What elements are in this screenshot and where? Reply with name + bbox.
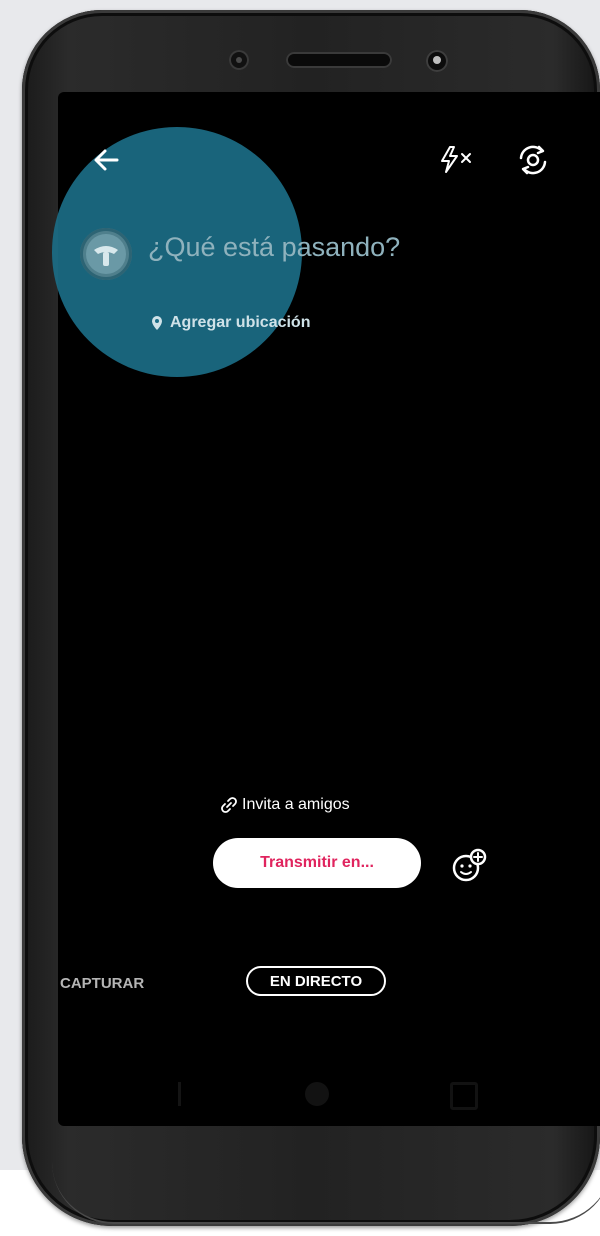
mode-live-label: EN DIRECTO (269, 972, 363, 990)
mode-capture-tab[interactable]: CAPTURAR (60, 975, 144, 992)
add-location-label: Agregar ubicación (170, 314, 311, 331)
compose-prompt[interactable]: ¿Qué está pasando? (148, 232, 400, 263)
avatar (80, 228, 132, 280)
invite-friends-label: Invita a amigos (242, 796, 350, 813)
earpiece-speaker (286, 52, 392, 68)
phone-chin (52, 1162, 600, 1224)
broadcast-button-label: Transmitir en... (260, 854, 374, 871)
nav-back-button[interactable] (178, 1082, 191, 1106)
arrow-left-icon[interactable] (92, 146, 120, 174)
nav-recents-button[interactable] (450, 1082, 478, 1110)
location-pin-icon (152, 316, 162, 330)
proximity-sensor (229, 50, 249, 70)
front-camera (426, 50, 448, 72)
link-icon (221, 797, 237, 813)
switch-camera-icon[interactable] (515, 143, 551, 177)
flash-off-icon[interactable] (438, 144, 478, 174)
add-location-button[interactable]: Agregar ubicación (150, 314, 310, 332)
avatar-image (86, 234, 126, 274)
nav-home-button[interactable] (305, 1082, 329, 1106)
add-guest-icon[interactable] (450, 847, 490, 883)
mode-live-tab[interactable]: EN DIRECTO (246, 966, 386, 996)
invite-friends-button[interactable]: Invita a amigos (220, 796, 350, 814)
broadcast-button[interactable]: Transmitir en... (213, 838, 421, 888)
